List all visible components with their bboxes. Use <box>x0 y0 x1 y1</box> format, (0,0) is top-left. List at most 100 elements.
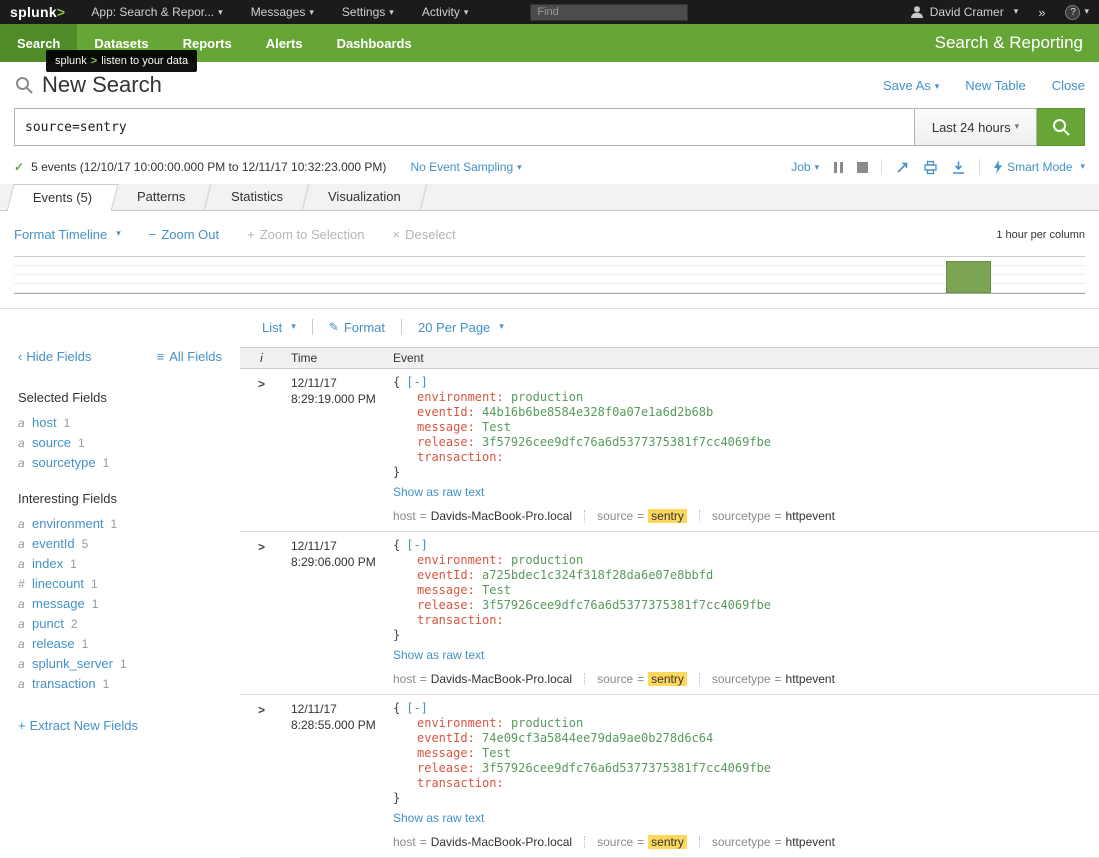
show-raw-text-link[interactable]: Show as raw text <box>393 485 484 499</box>
save-as-dropdown[interactable]: Save As▾ <box>883 78 939 93</box>
search-mode-dropdown[interactable]: Smart Mode ▾ <box>993 160 1085 174</box>
activity-menu[interactable]: Activity▾ <box>422 5 469 19</box>
meta-sourcetype-value[interactable]: httpevent <box>786 835 835 849</box>
list-view-dropdown[interactable]: List▾ <box>262 320 312 335</box>
share-button[interactable] <box>895 160 910 175</box>
field-link[interactable]: source <box>32 433 71 453</box>
json-value-eventid[interactable]: 44b16b6be8584e328f0a07e1a6d2b68b <box>482 405 713 419</box>
json-value-environment[interactable]: production <box>511 716 583 730</box>
meta-sourcetype-label: sourcetype <box>712 509 771 523</box>
field-link[interactable]: sourcetype <box>32 453 96 473</box>
field-link[interactable]: host <box>32 413 57 433</box>
json-value-message[interactable]: Test <box>482 583 511 597</box>
time-range-picker[interactable]: Last 24 hours ▾ <box>915 108 1037 146</box>
collapse-json-toggle[interactable]: [-] <box>406 701 428 715</box>
all-fields-button[interactable]: ≡All Fields <box>157 349 222 364</box>
search-icon <box>14 75 34 95</box>
splunk-logo[interactable]: splunk> <box>10 4 65 20</box>
meta-source-label: source <box>597 509 633 523</box>
collapse-json-toggle[interactable]: [-] <box>406 538 428 552</box>
deselect-button[interactable]: ×Deselect <box>393 227 456 242</box>
chevron-down-icon: ▾ <box>218 7 223 17</box>
show-raw-text-link[interactable]: Show as raw text <box>393 811 484 825</box>
job-menu[interactable]: Job▾ <box>791 160 819 174</box>
tab[interactable]: Events (5) <box>7 184 119 211</box>
meta-source-value[interactable]: sentry <box>648 509 687 523</box>
search-query-input[interactable] <box>14 108 915 146</box>
event-row: > 12/11/17 8:28:55.000 PM {[-] environme… <box>240 695 1099 858</box>
show-raw-text-link[interactable]: Show as raw text <box>393 648 484 662</box>
tab[interactable]: Visualization <box>302 184 426 210</box>
print-button[interactable] <box>923 160 938 175</box>
plus-icon: + <box>18 718 26 733</box>
pause-button[interactable] <box>832 162 844 173</box>
messages-menu[interactable]: Messages▾ <box>251 5 314 19</box>
meta-sourcetype-value[interactable]: httpevent <box>786 509 835 523</box>
field-link[interactable]: splunk_server <box>32 654 113 674</box>
field-link[interactable]: linecount <box>32 574 84 594</box>
nav-item[interactable]: Alerts <box>249 24 320 62</box>
results-toolbar: List▾ ✎Format 20 Per Page▾ <box>262 319 1099 335</box>
app-menu[interactable]: App: Search & Repor...▾ <box>91 5 222 19</box>
export-button[interactable] <box>951 160 966 175</box>
zoom-to-selection-button[interactable]: +Zoom to Selection <box>247 227 364 242</box>
check-icon: ✓ <box>14 160 24 174</box>
field-type-icon: a <box>18 514 32 534</box>
json-value-eventid[interactable]: a725bdec1c324f318f28da6e07e8bbfd <box>482 568 713 582</box>
format-button[interactable]: ✎Format <box>313 320 401 335</box>
tab[interactable]: Patterns <box>112 184 212 210</box>
field-link[interactable]: environment <box>32 514 104 534</box>
minus-icon: − <box>149 227 157 242</box>
hide-fields-button[interactable]: ‹Hide Fields <box>18 349 91 364</box>
settings-menu[interactable]: Settings▾ <box>342 5 394 19</box>
json-value-release[interactable]: 3f57926cee9dfc76a6d5377375381f7cc4069fbe <box>482 598 771 612</box>
help-menu[interactable]: ? ▾ <box>1065 5 1089 20</box>
meta-host-value[interactable]: Davids-MacBook-Pro.local <box>431 509 572 523</box>
json-value-release[interactable]: 3f57926cee9dfc76a6d5377375381f7cc4069fbe <box>482 761 771 775</box>
field-link[interactable]: index <box>32 554 63 574</box>
expand-row-chevron[interactable]: > <box>258 540 265 554</box>
extract-new-fields-button[interactable]: +Extract New Fields <box>18 718 138 733</box>
json-value-eventid[interactable]: 74e09cf3a5844ee79da9ae0b278d6c64 <box>482 731 713 745</box>
field-item: a environment 1 <box>18 514 222 534</box>
field-link[interactable]: release <box>32 634 75 654</box>
event-meta: host=Davids-MacBook-Pro.local source=sen… <box>393 835 1099 849</box>
expand-row-chevron[interactable]: > <box>258 377 265 391</box>
meta-sourcetype-value[interactable]: httpevent <box>786 672 835 686</box>
meta-source-value[interactable]: sentry <box>648 835 687 849</box>
chevron-double-icon[interactable]: » <box>1038 5 1045 20</box>
timeline-bar[interactable] <box>946 261 991 293</box>
zoom-out-button[interactable]: −Zoom Out <box>149 227 219 242</box>
meta-host-value[interactable]: Davids-MacBook-Pro.local <box>431 835 572 849</box>
close-button[interactable]: Close <box>1052 78 1085 93</box>
field-link[interactable]: transaction <box>32 674 96 694</box>
event-sampling-dropdown[interactable]: No Event Sampling▾ <box>410 160 521 174</box>
tab[interactable]: Statistics <box>205 184 308 210</box>
user-menu[interactable]: David Cramer ▾ <box>910 5 1019 19</box>
per-page-dropdown[interactable]: 20 Per Page▾ <box>402 320 520 335</box>
field-count: 1 <box>111 514 118 534</box>
field-link[interactable]: eventId <box>32 534 75 554</box>
divider <box>584 510 585 522</box>
event-meta: host=Davids-MacBook-Pro.local source=sen… <box>393 672 1099 686</box>
json-value-environment[interactable]: production <box>511 390 583 404</box>
json-value-message[interactable]: Test <box>482 420 511 434</box>
stop-button[interactable] <box>857 162 868 173</box>
field-link[interactable]: message <box>32 594 85 614</box>
search-button[interactable] <box>1037 108 1085 146</box>
find-input[interactable] <box>530 4 688 21</box>
new-table-button[interactable]: New Table <box>965 78 1025 93</box>
field-item: a splunk_server 1 <box>18 654 222 674</box>
meta-source-value[interactable]: sentry <box>648 672 687 686</box>
expand-row-chevron[interactable]: > <box>258 703 265 717</box>
timeline-chart[interactable] <box>14 256 1085 294</box>
json-value-message[interactable]: Test <box>482 746 511 760</box>
field-item: a release 1 <box>18 634 222 654</box>
format-timeline-dropdown[interactable]: Format Timeline▾ <box>14 227 121 242</box>
collapse-json-toggle[interactable]: [-] <box>406 375 428 389</box>
json-value-release[interactable]: 3f57926cee9dfc76a6d5377375381f7cc4069fbe <box>482 435 771 449</box>
json-value-environment[interactable]: production <box>511 553 583 567</box>
nav-item[interactable]: Dashboards <box>320 24 429 62</box>
field-link[interactable]: punct <box>32 614 64 634</box>
meta-host-value[interactable]: Davids-MacBook-Pro.local <box>431 672 572 686</box>
